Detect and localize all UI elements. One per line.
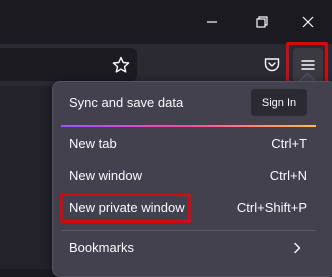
pocket-icon [264, 58, 280, 72]
minimize-icon [207, 21, 217, 23]
menu-item-new-window[interactable]: New window Ctrl+N [57, 162, 317, 190]
restore-button[interactable] [246, 6, 278, 38]
menu-item-shortcut: Ctrl+T [271, 136, 307, 151]
menu-item-label: Bookmarks [69, 240, 135, 255]
title-bar [0, 0, 332, 44]
close-window-button[interactable] [292, 6, 324, 38]
restore-icon [256, 16, 268, 28]
menu-item-bookmarks[interactable]: Bookmarks [57, 234, 317, 262]
bookmark-page-button[interactable] [110, 54, 132, 76]
account-separator [61, 125, 316, 127]
star-icon [112, 56, 130, 73]
menu-item-new-tab[interactable]: New tab Ctrl+T [57, 130, 317, 158]
menu-item-label: New tab [69, 136, 117, 151]
sign-in-button[interactable]: Sign In [251, 89, 307, 116]
pocket-button[interactable] [261, 54, 283, 76]
minimize-button[interactable] [196, 6, 228, 38]
sync-and-save-label: Sync and save data [69, 95, 184, 110]
page-content-sidebar [0, 86, 52, 269]
menu-item-label: New window [69, 168, 142, 183]
menu-item-shortcut: Ctrl+Shift+P [236, 200, 307, 215]
close-icon [302, 16, 314, 28]
menu-separator [61, 230, 316, 231]
chevron-right-icon [294, 242, 301, 254]
menu-item-shortcut: Ctrl+N [269, 168, 307, 183]
navigation-toolbar [0, 44, 332, 86]
private-window-highlight-box [60, 193, 191, 223]
